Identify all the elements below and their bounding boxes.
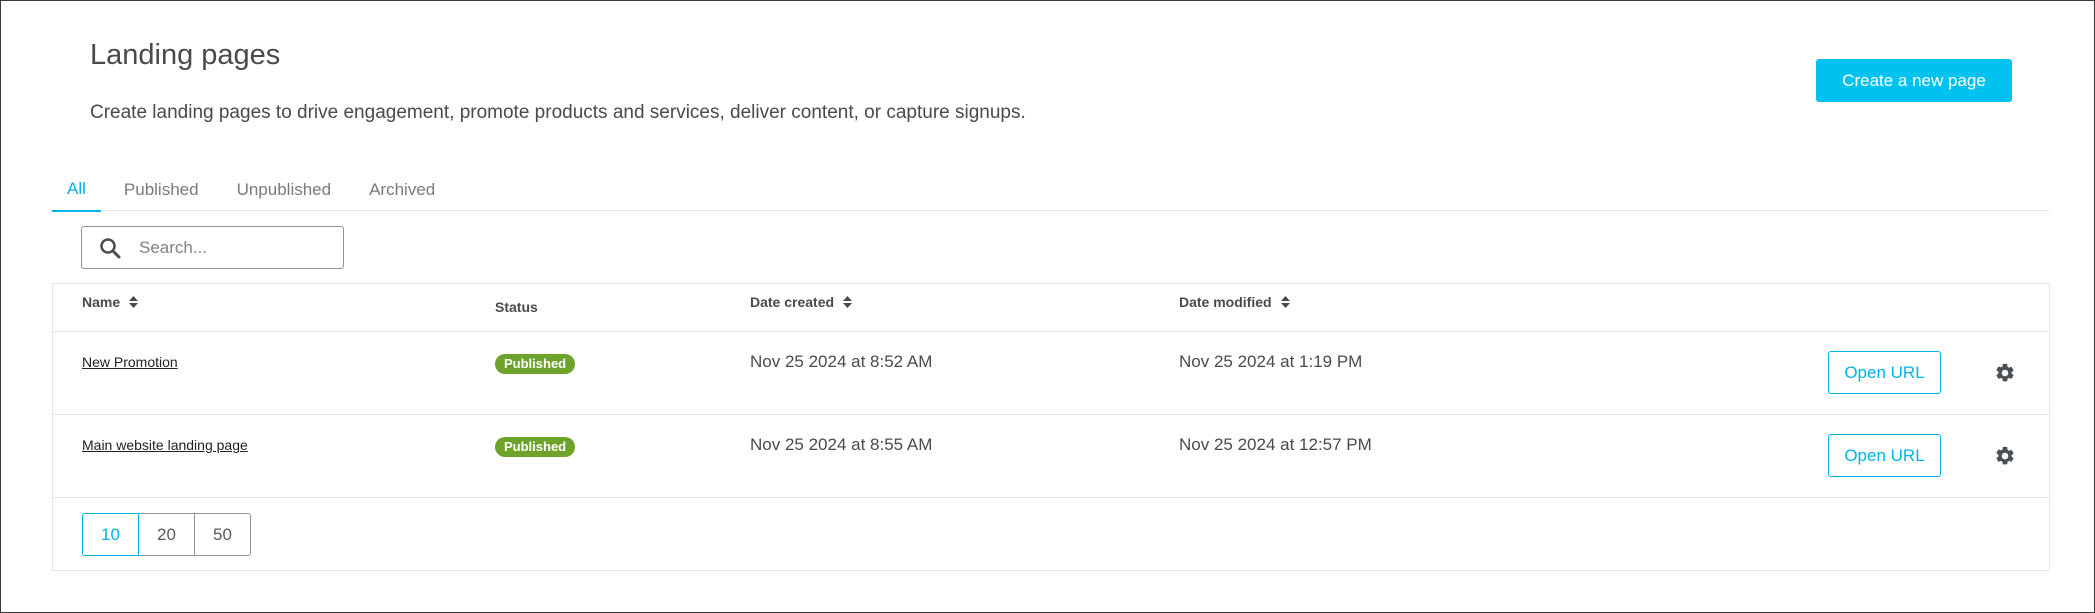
page-size-selector: 10 20 50: [82, 513, 251, 556]
open-url-button[interactable]: Open URL: [1828, 434, 1941, 477]
column-label: Name: [82, 294, 121, 310]
tab-archived[interactable]: Archived: [354, 168, 450, 212]
table-row: Main website landing page Published Nov …: [53, 415, 2049, 498]
page-name-link[interactable]: Main website landing page: [82, 437, 248, 453]
page-title: Landing pages: [90, 39, 281, 71]
date-modified: Nov 25 2024 at 1:19 PM: [1179, 352, 1363, 371]
sort-icon: [843, 296, 853, 308]
create-page-button[interactable]: Create a new page: [1816, 59, 2012, 102]
tab-all[interactable]: All: [52, 168, 101, 212]
page-name-link[interactable]: New Promotion: [82, 354, 178, 370]
search-box: [81, 226, 344, 269]
date-created: Nov 25 2024 at 8:55 AM: [750, 435, 933, 454]
table-row: New Promotion Published Nov 25 2024 at 8…: [53, 332, 2049, 415]
column-header-date-created[interactable]: Date created: [750, 294, 853, 310]
column-header-date-modified[interactable]: Date modified: [1179, 294, 1290, 310]
column-header-status: Status: [495, 299, 538, 315]
page-size-20-button[interactable]: 20: [138, 513, 195, 556]
column-label: Date created: [750, 294, 835, 310]
status-badge: Published: [495, 354, 576, 374]
sort-icon: [1280, 296, 1290, 308]
filter-tabs: All Published Unpublished Archived: [52, 167, 2050, 212]
column-label: Status: [495, 299, 538, 315]
tab-published[interactable]: Published: [109, 168, 214, 212]
status-badge: Published: [495, 437, 576, 457]
page-description: Create landing pages to drive engagement…: [90, 102, 1026, 123]
search-icon: [99, 237, 121, 259]
tab-unpublished[interactable]: Unpublished: [222, 168, 347, 212]
column-label: Date modified: [1179, 294, 1272, 310]
gear-icon[interactable]: [1994, 445, 2016, 467]
table-header: Name Status Date created Date modified: [53, 284, 2049, 332]
sort-icon: [129, 296, 139, 308]
search-input[interactable]: [139, 237, 329, 258]
open-url-button[interactable]: Open URL: [1828, 351, 1941, 394]
date-modified: Nov 25 2024 at 12:57 PM: [1179, 435, 1372, 454]
page-size-10-button[interactable]: 10: [82, 513, 139, 556]
page-size-50-button[interactable]: 50: [194, 513, 251, 556]
app-frame: Landing pages Create landing pages to dr…: [0, 0, 2095, 613]
gear-icon[interactable]: [1994, 362, 2016, 384]
pages-table: Name Status Date created Date modified N…: [52, 283, 2050, 571]
date-created: Nov 25 2024 at 8:52 AM: [750, 352, 933, 371]
column-header-name[interactable]: Name: [82, 294, 139, 310]
